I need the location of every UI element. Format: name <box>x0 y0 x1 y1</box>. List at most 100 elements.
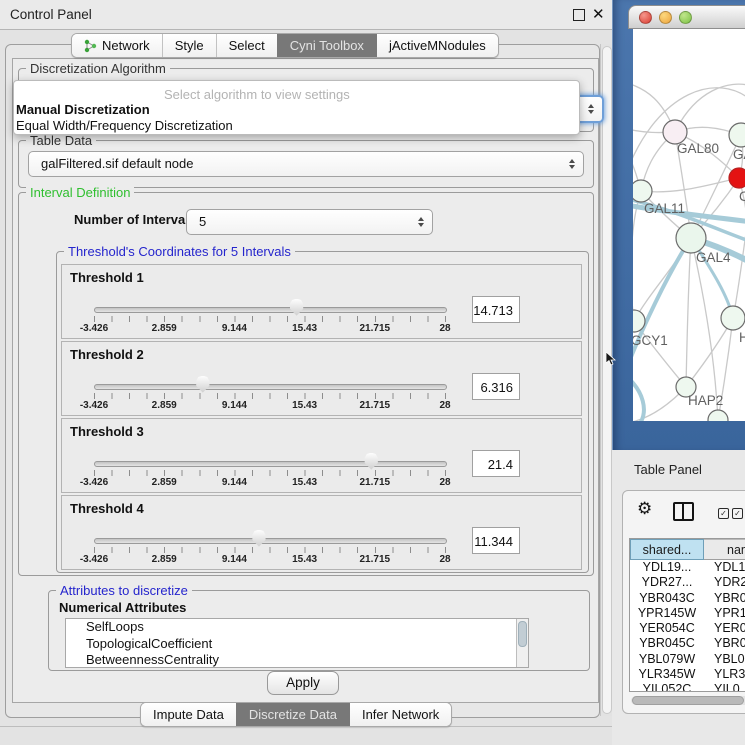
threshold-value-field[interactable]: 6.316 <box>472 373 520 400</box>
table-row[interactable]: YIL052CYIL0 <box>630 682 745 692</box>
tick-label: 9.144 <box>222 554 247 565</box>
table-row[interactable]: YPR145WYPR1 <box>630 606 745 621</box>
tick-label: 15.43 <box>292 323 317 334</box>
tab-discretize-data[interactable]: Discretize Data <box>236 703 349 726</box>
table-row[interactable]: YDR27...YDR2 <box>630 575 745 590</box>
close-traffic-light-icon[interactable] <box>639 11 652 24</box>
slider-track[interactable] <box>94 461 447 467</box>
table-data-combobox[interactable]: galFiltered.sif default node <box>28 151 584 177</box>
tab-jactivemnodules[interactable]: jActiveMNodules <box>376 34 498 57</box>
attribute-list-item[interactable]: BetweennessCentrality <box>66 652 528 668</box>
cell-shared-name[interactable]: YPR145W <box>630 606 704 621</box>
column-header-shared-name[interactable]: shared... <box>630 539 704 560</box>
apply-button[interactable]: Apply <box>267 671 339 695</box>
zoom-traffic-light-icon[interactable] <box>679 11 692 24</box>
slider-thumb-icon[interactable] <box>289 299 304 316</box>
cell-name[interactable]: YER0 <box>704 621 745 636</box>
network-edge <box>686 238 691 387</box>
table-row[interactable]: YBR045CYBR0 <box>630 636 745 651</box>
network-node[interactable] <box>708 410 728 421</box>
table-row[interactable]: YER054CYER0 <box>630 621 745 636</box>
column-header-name[interactable]: name <box>704 539 745 560</box>
cell-shared-name[interactable]: YIL052C <box>630 682 704 692</box>
tab-network[interactable]: Network <box>72 34 162 57</box>
attributes-list-scrollbar[interactable] <box>516 619 528 667</box>
scrollbar-thumb[interactable] <box>632 696 744 705</box>
network-window-titlebar[interactable] <box>628 5 745 29</box>
cell-name[interactable]: YBR0 <box>704 591 745 606</box>
node-table-panel: ⚙ ✓ ✓ shared... name YDL19...YDL1YDR27..… <box>622 490 745 714</box>
table-row[interactable]: YBL079WYBL0 <box>630 652 745 667</box>
attribute-list-item[interactable]: SelfLoops <box>66 619 528 636</box>
top-tabbar: Network Style Select Cyni Toolbox jActiveMNo… <box>71 33 499 58</box>
network-node-ga[interactable] <box>729 123 745 147</box>
cell-shared-name[interactable]: YDR27... <box>630 575 704 590</box>
tab-label: jActiveMNodules <box>389 38 486 53</box>
close-icon[interactable]: ✕ <box>592 5 605 23</box>
tick-label: 28 <box>439 554 450 565</box>
cell-name[interactable]: YLR3 <box>704 667 745 682</box>
threshold-slider[interactable]: -3.4262.8599.14415.4321.71528 <box>94 299 445 335</box>
algorithm-popup-item[interactable]: Equal Width/Frequency Discretization <box>16 118 233 133</box>
network-graph[interactable]: GAL80GACGAL11GAL4GCY1HAHAP2 <box>633 29 745 421</box>
attribute-list-item[interactable]: TopologicalCoefficient <box>66 636 528 653</box>
tab-cyni-toolbox[interactable]: Cyni Toolbox <box>277 34 376 57</box>
scrollbar-thumb[interactable] <box>518 621 527 647</box>
network-node-label: HA <box>739 330 745 345</box>
slider-thumb-icon[interactable] <box>251 530 266 547</box>
network-node-gal11[interactable] <box>633 180 652 202</box>
threshold-value-field[interactable]: 21.4 <box>472 450 520 477</box>
float-panel-icon[interactable] <box>573 9 585 21</box>
threshold-slider[interactable]: -3.4262.8599.14415.4321.71528 <box>94 530 445 566</box>
slider-thumb-icon[interactable] <box>195 376 210 393</box>
table-row[interactable]: YLR345WYLR3 <box>630 667 745 682</box>
cell-name[interactable]: YBL0 <box>704 652 745 667</box>
network-canvas[interactable]: GAL80GACGAL11GAL4GCY1HAHAP2 <box>633 29 745 421</box>
threshold-slider[interactable]: -3.4262.8599.14415.4321.71528 <box>94 376 445 412</box>
slider-track[interactable] <box>94 384 447 390</box>
minimize-traffic-light-icon[interactable] <box>659 11 672 24</box>
bottom-tabbar: Impute DataDiscretize DataInfer Network <box>140 702 452 727</box>
columns-icon[interactable] <box>673 502 694 521</box>
slider-track[interactable] <box>94 538 447 544</box>
tab-infer-network[interactable]: Infer Network <box>349 703 451 726</box>
slider-thumb-icon[interactable] <box>364 453 379 470</box>
checkbox-icon[interactable]: ✓ <box>732 508 743 519</box>
table-row[interactable]: YBR043CYBR0 <box>630 591 745 606</box>
cell-shared-name[interactable]: YBL079W <box>630 652 704 667</box>
node-attribute-table[interactable]: shared... name YDL19...YDL1YDR27...YDR2Y… <box>629 538 745 692</box>
checkbox-icon[interactable]: ✓ <box>718 508 729 519</box>
cell-name[interactable]: YIL0 <box>704 682 745 692</box>
cell-shared-name[interactable]: YDL19... <box>630 560 704 575</box>
tab-impute-data[interactable]: Impute Data <box>141 703 236 726</box>
network-node-gal4[interactable] <box>676 223 706 253</box>
network-node-label: GAL4 <box>696 250 731 265</box>
tab-style[interactable]: Style <box>162 34 216 57</box>
gear-icon[interactable]: ⚙ <box>637 499 652 519</box>
cell-name[interactable]: YDL1 <box>704 560 745 575</box>
numerical-attributes-list[interactable]: SelfLoopsTopologicalCoefficientBetweenne… <box>65 618 529 668</box>
cell-shared-name[interactable]: YER054C <box>630 621 704 636</box>
network-node-c[interactable] <box>729 168 745 188</box>
threshold-value-field[interactable]: 11.344 <box>472 527 520 554</box>
tab-label: Network <box>102 38 150 53</box>
tab-label: Select <box>229 38 265 53</box>
slider-track[interactable] <box>94 307 447 313</box>
threshold-value-field[interactable]: 14.713 <box>472 296 520 323</box>
cell-shared-name[interactable]: YLR345W <box>630 667 704 682</box>
threshold-row: Threshold 3 -3.4262.8599.14415.4321.7152… <box>61 418 582 493</box>
tab-select[interactable]: Select <box>216 34 277 57</box>
cell-name[interactable]: YPR1 <box>704 606 745 621</box>
scrollbar-thumb[interactable] <box>602 46 612 714</box>
number-of-intervals-combobox[interactable]: 5 <box>186 209 433 235</box>
cell-name[interactable]: YDR2 <box>704 575 745 590</box>
algorithm-popup-item[interactable]: Manual Discretization <box>16 102 150 117</box>
table-row[interactable]: YDL19...YDL1 <box>630 560 745 575</box>
cell-shared-name[interactable]: YBR045C <box>630 636 704 651</box>
threshold-slider[interactable]: -3.4262.8599.14415.4321.71528 <box>94 453 445 489</box>
cell-shared-name[interactable]: YBR043C <box>630 591 704 606</box>
cell-name[interactable]: YBR0 <box>704 636 745 651</box>
table-horizontal-scrollbar[interactable] <box>631 696 745 705</box>
network-node-ha[interactable] <box>721 306 745 330</box>
threshold-coordinates-group-title: Threshold's Coordinates for 5 Intervals <box>64 244 295 259</box>
